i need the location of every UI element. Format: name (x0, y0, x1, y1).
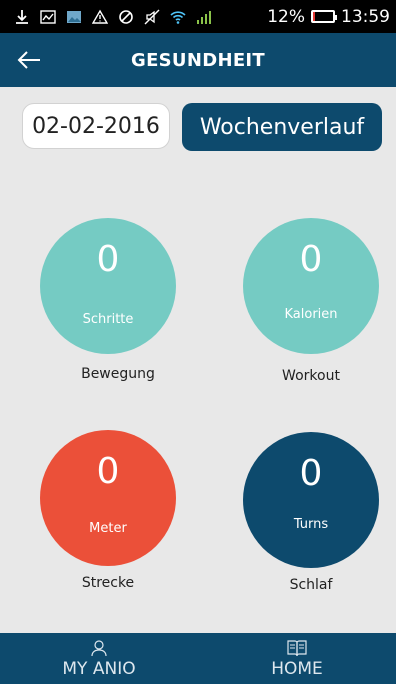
back-button[interactable] (12, 43, 46, 77)
date-field[interactable]: 02-02-2016 (22, 103, 170, 149)
distance-unit: Meter (89, 521, 127, 536)
calories-unit: Kalorien (284, 307, 338, 322)
person-icon (91, 640, 107, 657)
battery-icon (311, 10, 337, 23)
download-icon (16, 9, 28, 24)
distance-label: Strecke (81, 575, 135, 591)
sleep-unit: Turns (293, 517, 329, 532)
warning-icon (92, 9, 108, 24)
nav-label-home: HOME (271, 659, 323, 679)
steps-circle[interactable]: 0 Schritte (40, 218, 176, 354)
sleep-circle[interactable]: 0 Turns (243, 432, 379, 568)
distance-value: 0 (96, 451, 120, 492)
nav-item-my-anio[interactable]: MY ANIO (0, 633, 198, 684)
steps-value: 0 (96, 239, 120, 280)
chart-icon (40, 9, 56, 24)
sleep-label: Schlaf (289, 577, 333, 593)
nav-item-home[interactable]: HOME (198, 633, 396, 684)
status-right: 12% 13:59 (267, 7, 390, 27)
clock-time: 13:59 (341, 6, 390, 27)
status-bar: 12% 13:59 (0, 0, 396, 33)
image-icon (67, 10, 81, 23)
app-bar: GESUNDHEIT (0, 33, 396, 87)
calories-circle[interactable]: 0 Kalorien (243, 218, 379, 354)
week-history-button[interactable]: Wochenverlauf (182, 103, 382, 151)
movement-label: Bewegung (81, 366, 155, 382)
calories-value: 0 (299, 239, 323, 280)
bottom-nav: MY ANIO HOME (0, 633, 396, 684)
status-icons (14, 9, 212, 25)
nav-label-my-anio: MY ANIO (62, 659, 136, 679)
wifi-icon (170, 10, 186, 24)
arrow-left-icon (17, 51, 40, 69)
blocked-icon (119, 9, 133, 24)
book-icon (287, 640, 307, 657)
distance-circle[interactable]: 0 Meter (40, 430, 176, 566)
workout-label: Workout (282, 368, 340, 384)
steps-unit: Schritte (82, 312, 134, 327)
battery-percent: 12% (267, 6, 305, 27)
page-title: GESUNDHEIT (131, 49, 265, 71)
signal-icon (197, 10, 211, 24)
sleep-value: 0 (299, 453, 323, 494)
mute-icon (144, 9, 160, 24)
